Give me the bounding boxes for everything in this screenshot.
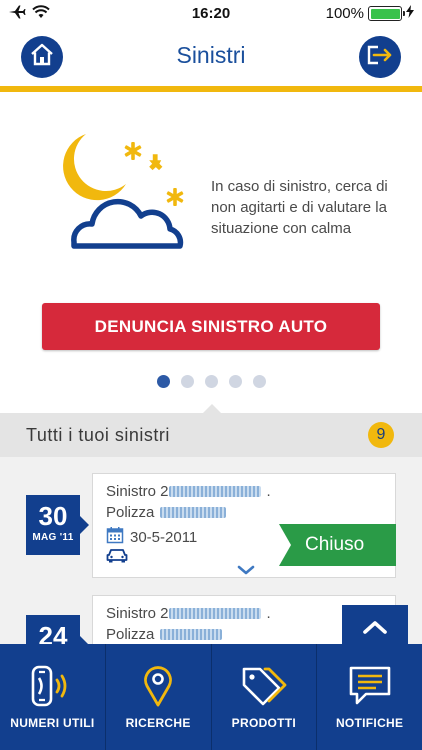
claim-date-badge: 24 <box>26 615 89 644</box>
claim-day: 24 <box>38 621 68 644</box>
tab-notifiche[interactable]: NOTIFICHE <box>317 644 422 750</box>
hero-message: In caso di sinistro, cerca di non agitar… <box>211 178 388 237</box>
claims-count-badge: 9 <box>368 422 394 448</box>
tab-numeri-utili[interactable]: NUMERI UTILI <box>0 644 106 750</box>
claim-number-row: Sinistro 2. <box>106 483 271 500</box>
bottom-tab-bar: NUMERI UTILI RICERCHE PRODOTTI NOTIFICHE <box>0 644 422 750</box>
moon-cloud-illustration <box>48 124 198 254</box>
pager-dot-1[interactable] <box>156 375 170 388</box>
calendar-icon <box>106 526 124 548</box>
header-divider <box>0 86 422 92</box>
pager-dot-4[interactable] <box>228 375 242 388</box>
map-pin-icon <box>142 664 174 708</box>
claim-number-row: Sinistro 2. <box>106 605 271 622</box>
logout-button[interactable] <box>359 36 401 78</box>
status-right: 100% <box>326 5 414 22</box>
claim-number-redacted <box>168 608 261 619</box>
chevron-down-icon[interactable] <box>236 563 256 575</box>
claim-date: 30-5-2011 <box>130 528 198 546</box>
report-claim-button[interactable]: DENUNCIA SINISTRO AUTO <box>42 303 380 350</box>
tab-ricerche[interactable]: RICERCHE <box>106 644 212 750</box>
claim-card[interactable]: Sinistro 2. Polizza 30-5-2011 Chiuso <box>92 473 396 578</box>
claim-number-ellipsis: . <box>266 483 271 500</box>
claim-date-row: 30-5-2011 <box>106 526 197 548</box>
pager-dot-5[interactable] <box>252 375 266 388</box>
claim-number-label: Sinistro 2 <box>106 483 169 500</box>
logout-icon <box>366 43 394 72</box>
vehicle-row <box>106 547 128 567</box>
policy-row: Polizza <box>106 626 223 643</box>
app-header: Sinistri <box>0 28 422 86</box>
claims-list-header: Tutti i tuoi sinistri 9 <box>0 404 422 457</box>
policy-number-redacted <box>160 507 227 518</box>
claim-status-badge: Chiuso <box>279 524 396 566</box>
tab-label: PRODOTTI <box>231 716 297 730</box>
carousel-pager[interactable] <box>0 375 422 388</box>
pager-dot-2[interactable] <box>180 375 194 388</box>
battery-percent: 100% <box>325 5 364 22</box>
policy-row: Polizza <box>106 504 227 521</box>
claim-number-ellipsis: . <box>266 605 271 622</box>
claim-day: 30 <box>38 501 68 531</box>
tab-label: NUMERI UTILI <box>10 716 95 730</box>
tab-prodotti[interactable]: PRODOTTI <box>212 644 318 750</box>
claims-list-title: Tutti i tuoi sinistri <box>26 425 170 445</box>
battery-icon <box>368 6 405 21</box>
claim-number-label: Sinistro 2 <box>106 605 169 622</box>
claim-number-redacted <box>168 486 261 497</box>
tags-icon <box>241 664 287 708</box>
claim-month-year: MAG '11 <box>32 532 74 543</box>
policy-label: Polizza <box>106 626 155 643</box>
claim-date-badge: 30 MAG '11 <box>26 495 89 555</box>
claims-screen: 16:20 100% Sinistri In caso di sinistro,… <box>0 0 422 750</box>
status-bar: 16:20 100% <box>0 0 422 28</box>
tab-label: RICERCHE <box>125 716 191 730</box>
phone-icon <box>29 664 75 708</box>
policy-number-redacted <box>160 629 223 640</box>
pager-dot-3[interactable] <box>204 375 218 388</box>
policy-label: Polizza <box>106 504 155 521</box>
message-icon <box>348 664 392 708</box>
tab-label: NOTIFICHE <box>335 716 404 730</box>
charging-icon <box>406 5 414 22</box>
car-icon <box>106 547 128 567</box>
chevron-up-icon <box>361 619 389 640</box>
